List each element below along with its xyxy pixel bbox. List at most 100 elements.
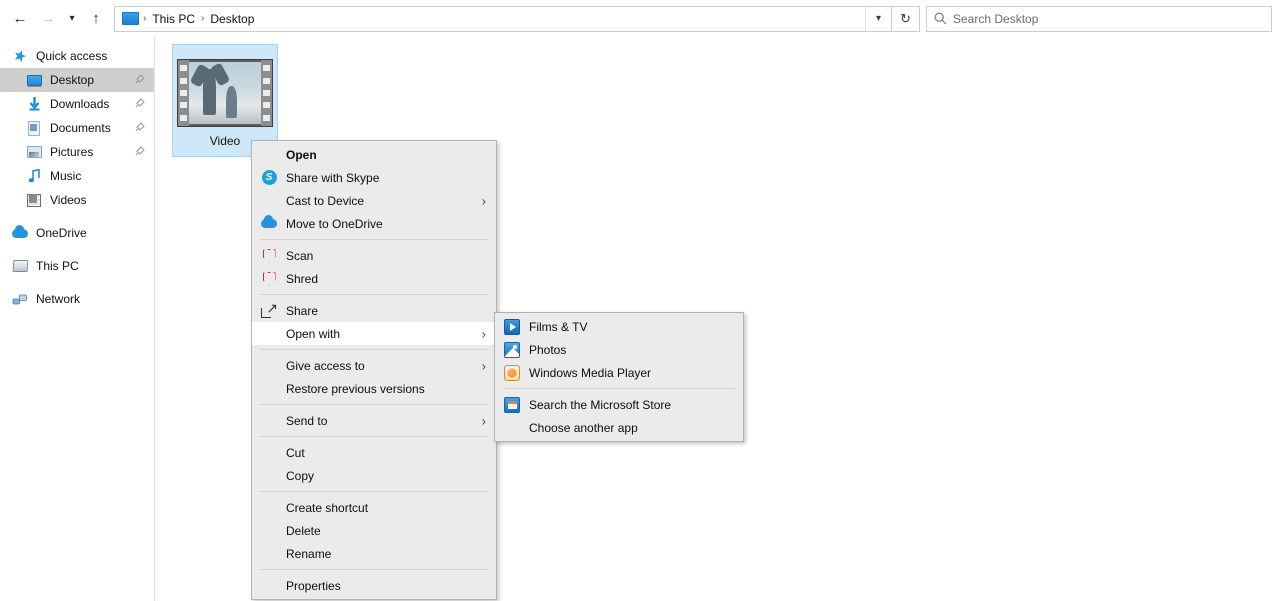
menu-item-label: Scan — [286, 249, 313, 263]
this-pc-icon — [12, 258, 28, 274]
menu-item-create-shortcut[interactable]: Create shortcut — [252, 496, 496, 519]
up-arrow-icon[interactable]: ↑ — [82, 4, 110, 34]
sidebar-item-label: Videos — [50, 193, 86, 207]
chevron-right-icon: › — [482, 413, 486, 428]
sidebar-item-label: Pictures — [50, 145, 93, 159]
desktop-folder-icon — [122, 12, 139, 25]
film-perforations-right — [261, 60, 272, 126]
recent-locations-chevron-icon[interactable]: ▾ — [62, 4, 82, 34]
pictures-icon — [26, 144, 42, 160]
sidebar-item-desktop[interactable]: Desktop — [0, 68, 154, 92]
pin-icon[interactable] — [135, 145, 146, 159]
menu-item-icon-slot — [252, 144, 286, 166]
menu-item-label: Restore previous versions — [286, 382, 425, 396]
silhouette-child — [226, 86, 237, 118]
menu-item-label: Send to — [286, 414, 327, 428]
submenu-item-choose-another-app[interactable]: Choose another app — [495, 416, 743, 439]
sidebar-item-documents[interactable]: Documents — [0, 116, 154, 140]
search-input[interactable]: Search Desktop — [953, 12, 1038, 26]
breadcrumb-this-pc[interactable]: This PC — [148, 8, 199, 30]
sidebar-item-music[interactable]: Music — [0, 164, 154, 188]
menu-separator — [260, 436, 488, 437]
sidebar-item-pictures[interactable]: Pictures — [0, 140, 154, 164]
menu-item-label: Rename — [286, 547, 331, 561]
menu-item-label: Properties — [286, 579, 341, 593]
menu-item-label: Cut — [286, 446, 305, 460]
sidebar-item-label: Desktop — [50, 73, 94, 87]
menu-item-open[interactable]: Open — [252, 143, 496, 166]
sidebar-item-quick-access[interactable]: Quick access — [0, 44, 154, 68]
menu-item-share-with-skype[interactable]: S Share with Skype — [252, 166, 496, 189]
submenu-item-label: Search the Microsoft Store — [529, 398, 671, 412]
menu-separator — [260, 569, 488, 570]
menu-item-shred[interactable]: Shred — [252, 267, 496, 290]
submenu-item-icon-slot — [495, 417, 529, 439]
menu-item-cut[interactable]: Cut — [252, 441, 496, 464]
refresh-icon[interactable]: ↻ — [892, 6, 920, 32]
submenu-item-label: Windows Media Player — [529, 366, 651, 380]
address-bar[interactable]: › This PC › Desktop ▾ — [114, 6, 892, 32]
menu-item-move-to-onedrive[interactable]: Move to OneDrive — [252, 212, 496, 235]
menu-item-send-to[interactable]: Send to › — [252, 409, 496, 432]
music-note-icon — [26, 168, 42, 184]
chevron-right-icon: › — [482, 358, 486, 373]
submenu-item-windows-media-player[interactable]: Windows Media Player — [495, 361, 743, 384]
submenu-item-label: Photos — [529, 343, 566, 357]
menu-item-icon-slot — [252, 355, 286, 377]
videos-icon — [26, 192, 42, 208]
download-icon — [26, 96, 42, 112]
pin-icon[interactable] — [135, 97, 146, 111]
forward-arrow-icon[interactable]: → — [34, 4, 62, 34]
breadcrumb-desktop[interactable]: Desktop — [206, 8, 258, 30]
pin-icon[interactable] — [135, 73, 146, 87]
sidebar-item-label: This PC — [36, 259, 79, 273]
menu-item-delete[interactable]: Delete — [252, 519, 496, 542]
search-box[interactable]: Search Desktop — [926, 6, 1272, 32]
skype-icon: S — [252, 167, 286, 189]
chevron-right-icon: › — [482, 326, 486, 341]
photos-icon — [495, 339, 529, 361]
microsoft-store-icon — [495, 394, 529, 416]
open-with-submenu[interactable]: Films & TV Photos Windows Media Player S… — [494, 312, 744, 442]
sidebar-item-onedrive[interactable]: OneDrive — [0, 221, 154, 245]
menu-item-label: Create shortcut — [286, 501, 368, 515]
sidebar-item-label: Downloads — [50, 97, 109, 111]
menu-item-rename[interactable]: Rename — [252, 542, 496, 565]
breadcrumb-separator: › — [199, 8, 206, 30]
menu-item-open-with[interactable]: Open with › — [252, 322, 496, 345]
submenu-item-label: Choose another app — [529, 421, 638, 435]
context-menu[interactable]: Open S Share with Skype Cast to Device ›… — [251, 140, 497, 600]
menu-item-share[interactable]: Share — [252, 299, 496, 322]
film-perforations-left — [178, 60, 189, 126]
pin-icon[interactable] — [135, 121, 146, 135]
menu-item-properties[interactable]: Properties — [252, 574, 496, 597]
menu-item-label: Shred — [286, 272, 318, 286]
menu-item-label: Give access to — [286, 359, 365, 373]
menu-separator — [260, 404, 488, 405]
menu-item-copy[interactable]: Copy — [252, 464, 496, 487]
video-preview-frame — [189, 62, 261, 124]
chevron-right-icon: › — [482, 193, 486, 208]
menu-item-cast-to-device[interactable]: Cast to Device › — [252, 189, 496, 212]
chevron-down-icon[interactable]: ▾ — [865, 7, 891, 31]
menu-item-restore-previous-versions[interactable]: Restore previous versions — [252, 377, 496, 400]
menu-item-label: Share with Skype — [286, 171, 379, 185]
submenu-item-films-and-tv[interactable]: Films & TV — [495, 315, 743, 338]
document-icon — [26, 120, 42, 136]
menu-item-give-access-to[interactable]: Give access to › — [252, 354, 496, 377]
sidebar-item-this-pc[interactable]: This PC — [0, 254, 154, 278]
menu-separator — [260, 349, 488, 350]
back-arrow-icon[interactable]: ← — [6, 4, 34, 34]
sidebar-item-label: Network — [36, 292, 80, 306]
menu-separator — [260, 239, 488, 240]
breadcrumb-separator: › — [141, 8, 148, 30]
menu-item-scan[interactable]: Scan — [252, 244, 496, 267]
submenu-separator — [503, 388, 735, 389]
submenu-item-search-microsoft-store[interactable]: Search the Microsoft Store — [495, 393, 743, 416]
submenu-item-photos[interactable]: Photos — [495, 338, 743, 361]
sidebar-item-videos[interactable]: Videos — [0, 188, 154, 212]
media-player-icon — [495, 362, 529, 384]
sidebar-item-downloads[interactable]: Downloads — [0, 92, 154, 116]
onedrive-cloud-icon — [12, 225, 28, 241]
sidebar-item-network[interactable]: Network — [0, 287, 154, 311]
